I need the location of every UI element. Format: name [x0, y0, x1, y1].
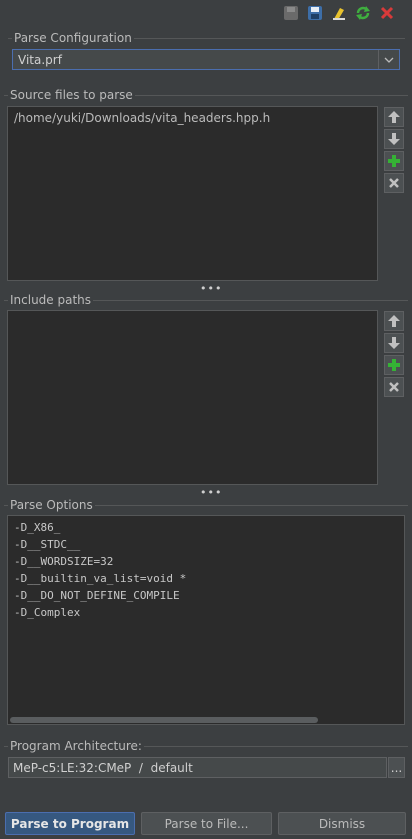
save-disabled-icon[interactable]: [281, 4, 301, 22]
clear-icon[interactable]: [329, 4, 349, 22]
parse-to-file-button[interactable]: Parse to File...: [141, 812, 272, 835]
arrow-down-icon: [388, 133, 400, 145]
plus-icon: [388, 155, 400, 167]
source-files-list[interactable]: /home/yuki/Downloads/vita_headers.hpp.h: [7, 106, 378, 281]
program-arch-field[interactable]: MeP-c5:LE:32:CMeP / default: [8, 757, 387, 778]
save-as-icon[interactable]: [305, 4, 325, 22]
program-arch-browse-button[interactable]: ...: [388, 757, 405, 778]
option-line: -D_Complex: [14, 606, 81, 619]
move-down-button[interactable]: [384, 129, 404, 149]
include-paths-title: Include paths: [8, 293, 94, 307]
option-line: -D_X86_: [14, 521, 61, 534]
plus-icon: [388, 359, 400, 371]
splitter-handle[interactable]: •••: [200, 282, 222, 295]
parse-options-title: Parse Options: [8, 498, 95, 512]
close-icon: [389, 178, 399, 188]
program-arch-title: Program Architecture:: [8, 739, 144, 753]
delete-icon[interactable]: [377, 4, 397, 22]
option-line: -D__STDC__: [14, 538, 81, 551]
parse-config-title: Parse Configuration: [12, 31, 134, 45]
parse-config-value: Vita.prf: [18, 52, 62, 67]
move-up-button[interactable]: [384, 311, 404, 331]
horizontal-scrollbar[interactable]: [10, 717, 318, 723]
parse-to-program-button[interactable]: Parse to Program: [5, 812, 135, 835]
program-arch-value: MeP-c5:LE:32:CMeP / default: [13, 760, 193, 775]
option-line: -D__builtin_va_list=void *: [14, 572, 187, 585]
close-icon: [389, 382, 399, 392]
move-down-button[interactable]: [384, 333, 404, 353]
dismiss-button[interactable]: Dismiss: [278, 812, 406, 835]
arrow-down-icon: [388, 337, 400, 349]
move-up-button[interactable]: [384, 107, 404, 127]
list-item[interactable]: /home/yuki/Downloads/vita_headers.hpp.h: [8, 107, 377, 129]
arrow-up-icon: [388, 315, 400, 327]
option-line: -D__DO_NOT_DEFINE_COMPILE: [14, 589, 180, 602]
include-paths-list[interactable]: [7, 310, 378, 485]
remove-button[interactable]: [384, 173, 404, 193]
parse-config-select[interactable]: Vita.prf: [12, 49, 400, 70]
chevron-down-icon[interactable]: [378, 50, 399, 69]
add-button[interactable]: [384, 151, 404, 171]
arrow-up-icon: [388, 111, 400, 123]
remove-button[interactable]: [384, 377, 404, 397]
add-button[interactable]: [384, 355, 404, 375]
refresh-icon[interactable]: [353, 4, 373, 22]
parse-options-textarea[interactable]: -D_X86_ -D__STDC__ -D__WORDSIZE=32 -D__b…: [7, 515, 405, 725]
splitter-handle[interactable]: •••: [200, 486, 222, 499]
source-files-title: Source files to parse: [8, 88, 135, 102]
option-line: -D__WORDSIZE=32: [14, 555, 114, 568]
